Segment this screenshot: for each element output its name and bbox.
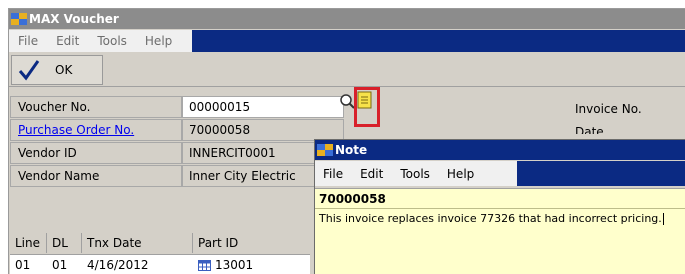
note-menu-file[interactable]: File [315,167,352,181]
column-header-line[interactable]: Line [10,233,47,253]
note-menu-edit[interactable]: Edit [352,167,392,181]
note-menubar-accent [517,161,685,186]
toolbar: OK [9,53,685,87]
purchase-order-value: 70000058 [182,119,344,141]
note-highlight-box [354,87,380,127]
note-window-title: Note [335,143,368,157]
voucher-no-input[interactable]: 00000015 [182,96,344,118]
note-text: This invoice replaces invoice 77326 that… [319,212,662,225]
menubar-accent [192,30,685,52]
app-icon [11,13,27,25]
date-label: Date [575,125,604,134]
note-app-icon [317,144,333,156]
invoice-no-label: Invoice No. [575,102,642,116]
column-header-dl[interactable]: DL [47,233,82,253]
table-row[interactable]: 01 01 4/16/2012 13001 [10,255,310,274]
voucher-no-label: Voucher No. [10,96,182,118]
note-menu-help[interactable]: Help [439,167,483,181]
note-menubar: File Edit Tools Help [315,161,685,186]
main-menubar: File Edit Tools Help [9,30,685,52]
column-header-part-id[interactable]: Part ID [193,233,310,253]
main-titlebar: MAX Voucher [9,9,685,29]
main-title: MAX Voucher [29,12,119,26]
calendar-icon[interactable] [198,259,211,271]
note-content: 70000058 This invoice replaces invoice 7… [315,188,685,274]
ok-button-label: OK [55,63,73,77]
column-header-tnx-date[interactable]: Tnx Date [82,233,193,253]
detail-grid: Line DL Tnx Date Part ID 01 01 4/16/2012… [10,233,310,274]
cell-dl: 01 [52,258,68,272]
checkmark-icon [18,60,40,81]
note-window: Note File Edit Tools Help 70000058 This … [314,139,685,274]
part-id-value: 13001 [215,258,254,272]
cell-part-id: 13001 [193,255,310,274]
note-titlebar: Note [315,140,685,160]
grid-header: Line DL Tnx Date Part ID [10,233,310,255]
note-menu-tools[interactable]: Tools [392,167,439,181]
vendor-name-label: Vendor Name [10,165,182,187]
menu-tools[interactable]: Tools [88,34,136,48]
lookup-icon[interactable] [339,93,355,109]
purchase-order-link[interactable]: Purchase Order No. [10,119,182,141]
ok-button[interactable]: OK [11,55,103,85]
cell-line: 01 [15,258,31,272]
note-text-area[interactable]: This invoice replaces invoice 77326 that… [315,208,685,274]
cell-tnx-date: 4/16/2012 [87,258,149,272]
note-id: 70000058 [319,192,386,206]
menu-edit[interactable]: Edit [47,34,88,48]
vendor-id-label: Vendor ID [10,142,182,164]
menu-help[interactable]: Help [136,34,181,48]
menu-file[interactable]: File [9,34,47,48]
text-cursor [662,213,664,225]
